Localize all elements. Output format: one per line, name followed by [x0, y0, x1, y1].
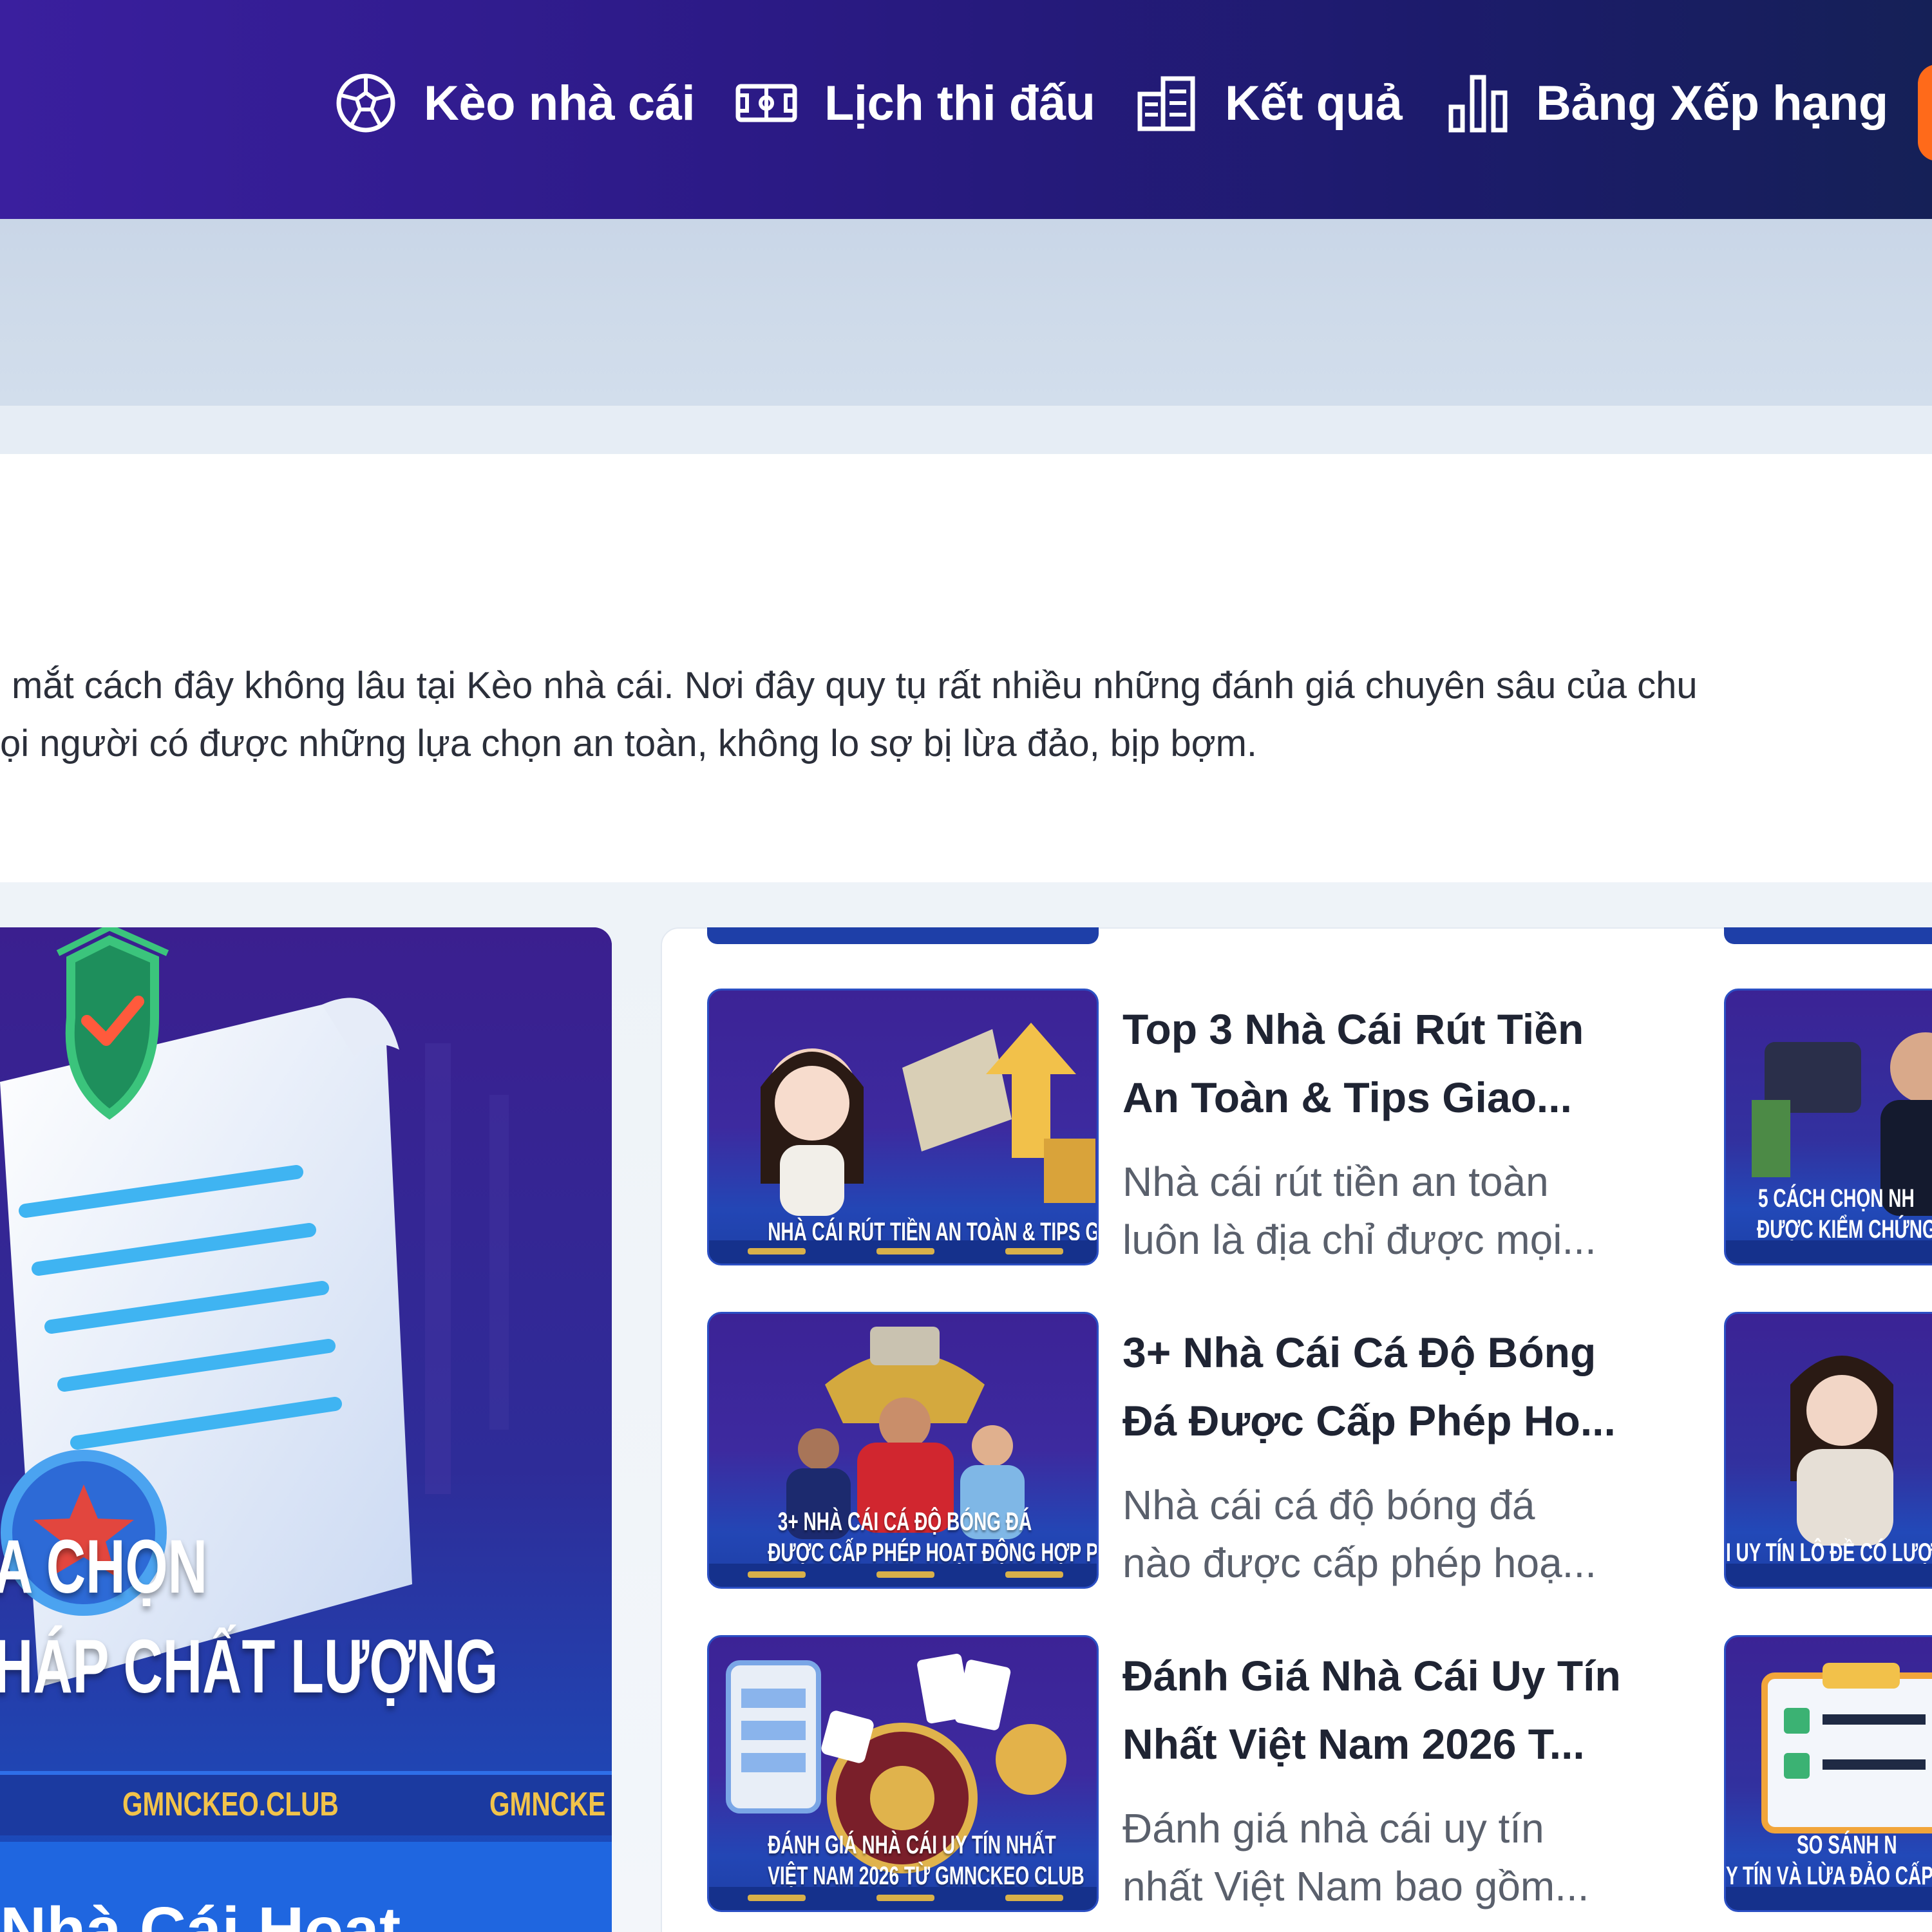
nav-item-ket-qua[interactable]: Kết quả [1135, 64, 1403, 142]
article-excerpt-line: nhất Việt Nam bao gồm... [1122, 1863, 1589, 1909]
thumbnail-caption: 3+ NHÀ CÁI CÁ ĐỘ BÓNG ĐÁ [777, 1508, 1032, 1536]
next-article-thumbnail[interactable]: SO SÁNH N Y TÍN VÀ LỪA ĐẢO CẤP NI [1724, 1635, 1932, 1912]
article-excerpt-line: Đánh giá nhà cái uy tín [1122, 1805, 1544, 1852]
thumbnail-footer [1726, 1564, 1932, 1587]
hero-banner [0, 219, 1932, 406]
hero-bottom-strip [0, 406, 1932, 454]
article-title-line: Top 3 Nhà Cái Rút Tiền [1122, 1005, 1584, 1053]
feature-brand-strip: GMNCKEO.CLUB GMNCKE [0, 1771, 612, 1835]
nav-cta-button[interactable] [1918, 64, 1932, 161]
previous-article-thumbnail-edge [707, 927, 1099, 944]
pitch-icon [735, 84, 797, 122]
article-excerpt-line: nào được cấp phép hoạ... [1122, 1540, 1596, 1586]
feature-caption-line-1: A CHỌN [0, 1524, 207, 1609]
brand-watermark: GMNCKE [489, 1786, 606, 1823]
article-title[interactable]: Top 3 Nhà Cái Rút Tiền An Toàn & Tips Gi… [1122, 995, 1702, 1132]
next-article-thumbnail[interactable]: 5 CÁCH CHỌN NH ĐƯỢC KIỂM CHỨNG CI [1724, 989, 1932, 1265]
bar-chart-icon [1448, 75, 1508, 133]
top-navigation-bar: Kèo nhà cái Lịch thi đấu Kết quả Bảng Xế… [0, 0, 1932, 219]
intro-line-1: mắt cách đây không lâu tại Kèo nhà cái. … [12, 665, 1698, 706]
intro-line-2: ọi người có được những lựa chọn an toàn,… [0, 723, 1258, 764]
featured-article-card[interactable]: GMNCKEO.CLUB GMNCKE Nhà Cái Hoạt [0, 927, 612, 1932]
thumbnail-footer [709, 1564, 1097, 1587]
thumbnail-footer [1726, 1887, 1932, 1910]
thumbnail-footer [1726, 1240, 1932, 1264]
nav-label: Kèo nhà cái [424, 75, 696, 131]
soccer-ball-icon [336, 73, 395, 133]
nav-label: Bảng Xếp hạng [1536, 75, 1888, 131]
feature-title: Nhà Cái Hoạt [0, 1894, 401, 1932]
article-excerpt: Nhà cái rút tiền an toàn luôn là địa chỉ… [1122, 1153, 1702, 1269]
nav-label: Kết quả [1225, 75, 1403, 131]
article-item[interactable]: ĐÁNH GIÁ NHÀ CÁI UY TÍN NHẤT VIỆT NAM 20… [707, 1635, 1750, 1912]
buildings-icon [1137, 76, 1195, 131]
article-title-line: 3+ Nhà Cái Cá Độ Bóng [1122, 1329, 1596, 1376]
article-title[interactable]: 3+ Nhà Cái Cá Độ Bóng Đá Được Cấp Phép H… [1122, 1318, 1702, 1455]
article-excerpt-line: Nhà cái cá độ bóng đá [1122, 1482, 1535, 1528]
thumbnail-footer [709, 1240, 1097, 1264]
thumbnail-caption: SO SÁNH N [1797, 1831, 1897, 1859]
feature-title-bar: Nhà Cái Hoạt [0, 1842, 612, 1932]
article-thumbnail[interactable]: NHÀ CÁI RÚT TIỀN AN TOÀN & TIPS GIAO DỊC… [707, 989, 1099, 1265]
next-article-thumbnail[interactable]: I UY TÍN LÔ ĐỀ CÓ LƯỢNG [1724, 1312, 1932, 1589]
article-title-line: Đánh Giá Nhà Cái Uy Tín [1122, 1652, 1621, 1700]
article-thumbnail[interactable]: 3+ NHÀ CÁI CÁ ĐỘ BÓNG ĐÁ ĐƯỢC CẤP PHÉP H… [707, 1312, 1099, 1589]
nav-item-keo-nha-cai[interactable]: Kèo nhà cái [334, 64, 696, 142]
feature-caption-line-2: HÁP CHẤT LƯỢNG [0, 1624, 498, 1709]
article-item[interactable]: 3+ NHÀ CÁI CÁ ĐỘ BÓNG ĐÁ ĐƯỢC CẤP PHÉP H… [707, 1312, 1750, 1589]
article-title[interactable]: Đánh Giá Nhà Cái Uy Tín Nhất Việt Nam 20… [1122, 1642, 1702, 1778]
thumbnail-footer [709, 1887, 1097, 1910]
thumbnail-caption: ĐÁNH GIÁ NHÀ CÁI UY TÍN NHẤT [768, 1831, 1056, 1859]
article-item[interactable]: NHÀ CÁI RÚT TIỀN AN TOÀN & TIPS GIAO DỊC… [707, 989, 1750, 1265]
article-excerpt-line: luôn là địa chỉ được mọi... [1122, 1217, 1596, 1263]
brand-watermark: GMNCKEO.CLUB [122, 1786, 339, 1823]
article-excerpt-line: Nhà cái rút tiền an toàn [1122, 1159, 1549, 1205]
article-thumbnail[interactable]: ĐÁNH GIÁ NHÀ CÁI UY TÍN NHẤT VIỆT NAM 20… [707, 1635, 1099, 1912]
nav-item-lich-thi-dau[interactable]: Lịch thi đấu [734, 64, 1095, 142]
previous-article-thumbnail-edge [1724, 927, 1932, 944]
article-excerpt: Đánh giá nhà cái uy tín nhất Việt Nam ba… [1122, 1799, 1702, 1915]
nav-label: Lịch thi đấu [824, 75, 1095, 131]
article-title-line: Nhất Việt Nam 2026 T... [1122, 1720, 1585, 1768]
nav-item-bang-xep-hang[interactable]: Bảng Xếp hạng [1446, 64, 1888, 142]
article-title-line: An Toàn & Tips Giao... [1122, 1074, 1572, 1121]
intro-paragraph: mắt cách đây không lâu tại Kèo nhà cái. … [0, 657, 1932, 773]
article-title-line: Đá Được Cấp Phép Ho... [1122, 1397, 1616, 1444]
thumbnail-caption: 5 CÁCH CHỌN NH [1758, 1184, 1915, 1213]
article-excerpt: Nhà cái cá độ bóng đá nào được cấp phép … [1122, 1476, 1702, 1592]
